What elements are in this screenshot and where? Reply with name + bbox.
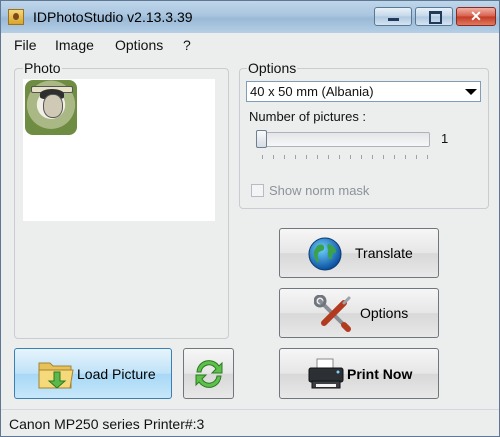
number-of-pictures-label: Number of pictures : — [249, 109, 367, 124]
menu-help[interactable]: ? — [183, 37, 191, 53]
slider-tick — [405, 155, 406, 159]
slider-thumb[interactable] — [256, 130, 267, 148]
folder-icon — [38, 362, 74, 389]
number-of-pictures-slider[interactable] — [258, 132, 430, 147]
status-bar: Canon MP250 series Printer#:3 — [1, 409, 499, 436]
slider-tick — [273, 155, 274, 159]
print-now-button-label: Print Now — [347, 366, 413, 382]
slider-tick — [361, 155, 362, 159]
translate-button-label: Translate — [355, 245, 413, 261]
photo-thumbnail[interactable] — [25, 80, 77, 135]
slider-tick — [262, 155, 263, 159]
app-icon — [8, 9, 24, 25]
maximize-icon — [429, 11, 442, 24]
menu-file[interactable]: File — [14, 37, 37, 53]
minimize-button[interactable] — [374, 7, 412, 26]
slider-tick — [416, 155, 417, 159]
slider-tick — [383, 155, 384, 159]
close-icon: ✕ — [470, 8, 482, 24]
window-title: IDPhotoStudio v2.13.3.39 — [33, 9, 193, 25]
slider-tick — [427, 155, 428, 159]
thumbnail-face — [43, 94, 63, 118]
slider-tick — [328, 155, 329, 159]
options-group-label: Options — [247, 60, 298, 76]
refresh-button[interactable] — [183, 348, 234, 399]
options-button[interactable]: Options — [279, 288, 439, 338]
slider-tick — [350, 155, 351, 159]
format-dropdown[interactable]: 40 x 50 mm (Albania) — [246, 81, 481, 102]
load-picture-button-label: Load Picture — [77, 366, 156, 382]
maximize-button[interactable] — [415, 7, 453, 26]
slider-tick — [284, 155, 285, 159]
title-bar[interactable]: IDPhotoStudio v2.13.3.39 ✕ — [1, 1, 499, 33]
translate-button[interactable]: Translate — [279, 228, 439, 278]
slider-tick — [372, 155, 373, 159]
load-picture-button[interactable]: Load Picture — [14, 348, 172, 399]
slider-tick — [306, 155, 307, 159]
menu-bar: File Image Options ? — [1, 34, 499, 56]
minimize-icon — [388, 18, 399, 21]
photo-canvas[interactable] — [23, 79, 215, 221]
slider-tick — [295, 155, 296, 159]
tools-icon — [314, 295, 351, 332]
globe-icon — [308, 237, 342, 271]
menu-options[interactable]: Options — [115, 37, 163, 53]
show-norm-mask-checkbox[interactable] — [251, 184, 264, 197]
refresh-icon — [195, 360, 223, 388]
format-value: 40 x 50 mm (Albania) — [250, 84, 374, 99]
number-of-pictures-value: 1 — [441, 131, 449, 146]
printer-icon — [308, 358, 344, 389]
print-now-button[interactable]: Print Now — [279, 348, 439, 399]
slider-tick — [394, 155, 395, 159]
photo-group-label: Photo — [23, 60, 62, 76]
options-button-label: Options — [360, 305, 409, 321]
slider-tick — [317, 155, 318, 159]
status-text: Canon MP250 series Printer#:3 — [9, 416, 205, 432]
app-window: IDPhotoStudio v2.13.3.39 ✕ File Image Op… — [0, 0, 500, 437]
close-button[interactable]: ✕ — [456, 7, 496, 26]
show-norm-mask-label: Show norm mask — [269, 183, 370, 198]
slider-tick — [339, 155, 340, 159]
menu-image[interactable]: Image — [55, 37, 94, 53]
chevron-down-icon[interactable] — [465, 89, 477, 95]
